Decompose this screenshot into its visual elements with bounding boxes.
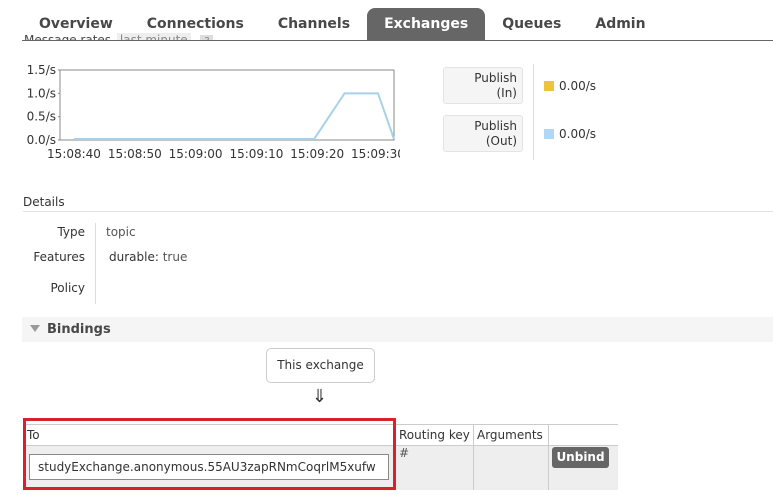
bindings-table: To Routing key Arguments studyExchange.a… <box>23 424 618 490</box>
tab-admin[interactable]: Admin <box>578 8 662 40</box>
swatch-icon <box>544 81 554 91</box>
down-arrow-icon: ⇓ <box>312 386 328 407</box>
features-value: durable: true <box>109 250 187 264</box>
column-header-to: To <box>24 425 396 446</box>
legend-publish-out-line2: (Out) <box>485 134 517 148</box>
type-value: topic <box>106 225 136 239</box>
y-tick-label: 1.0/s <box>27 86 56 100</box>
binding-destination-field[interactable]: studyExchange.anonymous.55AU3zapRNmCoqrl… <box>29 454 389 480</box>
scroll-clip <box>22 41 773 48</box>
legend-value-publish-in: 0.00/s <box>544 79 596 93</box>
column-header-routing-key: Routing key <box>396 425 474 446</box>
collapse-triangle-icon[interactable] <box>30 325 40 332</box>
tab-queues[interactable]: Queues <box>485 8 578 40</box>
details-title: Details <box>23 195 65 209</box>
chart-series <box>74 92 395 140</box>
features-label: Features <box>33 250 85 264</box>
unbind-button[interactable]: Unbind <box>552 447 609 468</box>
series-line <box>74 92 395 140</box>
legend-value-publish-out: 0.00/s <box>544 127 596 141</box>
details-column-divider <box>95 223 96 304</box>
y-tick-label: 1.5/s <box>27 63 56 77</box>
table-cell-arguments <box>474 446 549 490</box>
x-tick-label: 15:08:50 <box>108 147 162 160</box>
this-exchange-box: This exchange <box>266 348 375 383</box>
bindings-title: Bindings <box>47 322 111 337</box>
tab-exchanges[interactable]: Exchanges <box>367 8 486 40</box>
chart-x-axis: 15:08:40 15:08:50 15:09:00 15:09:10 15:09:20… <box>47 147 400 160</box>
legend-publish-in-line1: Publish <box>474 71 517 85</box>
y-tick-label: 0.5/s <box>27 110 56 124</box>
legend-divider <box>533 64 534 160</box>
y-tick-label: 0.0/s <box>27 133 56 147</box>
x-tick-label: 15:09:10 <box>229 147 283 160</box>
publish-in-rate: 0.00/s <box>559 79 597 93</box>
policy-label: Policy <box>50 281 85 295</box>
column-header-action <box>549 425 618 446</box>
legend-publish-out-line1: Publish <box>474 119 517 133</box>
legend-publish-in-line2: (In) <box>496 86 517 100</box>
chart-grid <box>59 69 395 141</box>
chart-frame <box>59 69 395 141</box>
legend-publish-in: Publish (In) <box>443 67 523 104</box>
x-tick-label: 15:09:20 <box>290 147 344 160</box>
features-durable-value: true <box>162 250 188 264</box>
table-cell-routing-key: # <box>396 446 474 490</box>
tab-channels[interactable]: Channels <box>261 8 367 40</box>
tab-underline <box>22 40 773 41</box>
bindings-section-header[interactable]: Bindings <box>22 317 773 342</box>
message-rates-chart: 0.0/s0.5/s1.0/s1.5/s 15:08:40 15:08:50 15:… <box>27 63 400 160</box>
publish-out-rate: 0.00/s <box>559 127 597 141</box>
swatch-icon <box>544 129 554 139</box>
column-header-arguments: Arguments <box>474 425 549 446</box>
exchange-page: Overview Connections Channels Exchanges … <box>0 0 773 495</box>
x-tick-label: 15:08:40 <box>47 147 101 160</box>
chart-y-axis: 0.0/s 0.5/s 1.0/s 1.5/s <box>27 63 60 147</box>
details-divider <box>23 211 773 212</box>
type-label: Type <box>57 225 85 239</box>
x-tick-label: 15:09:00 <box>169 147 223 160</box>
x-tick-label: 15:09:30 <box>351 147 400 160</box>
legend-publish-out: Publish (Out) <box>443 115 523 152</box>
features-key: durable: <box>109 250 159 264</box>
